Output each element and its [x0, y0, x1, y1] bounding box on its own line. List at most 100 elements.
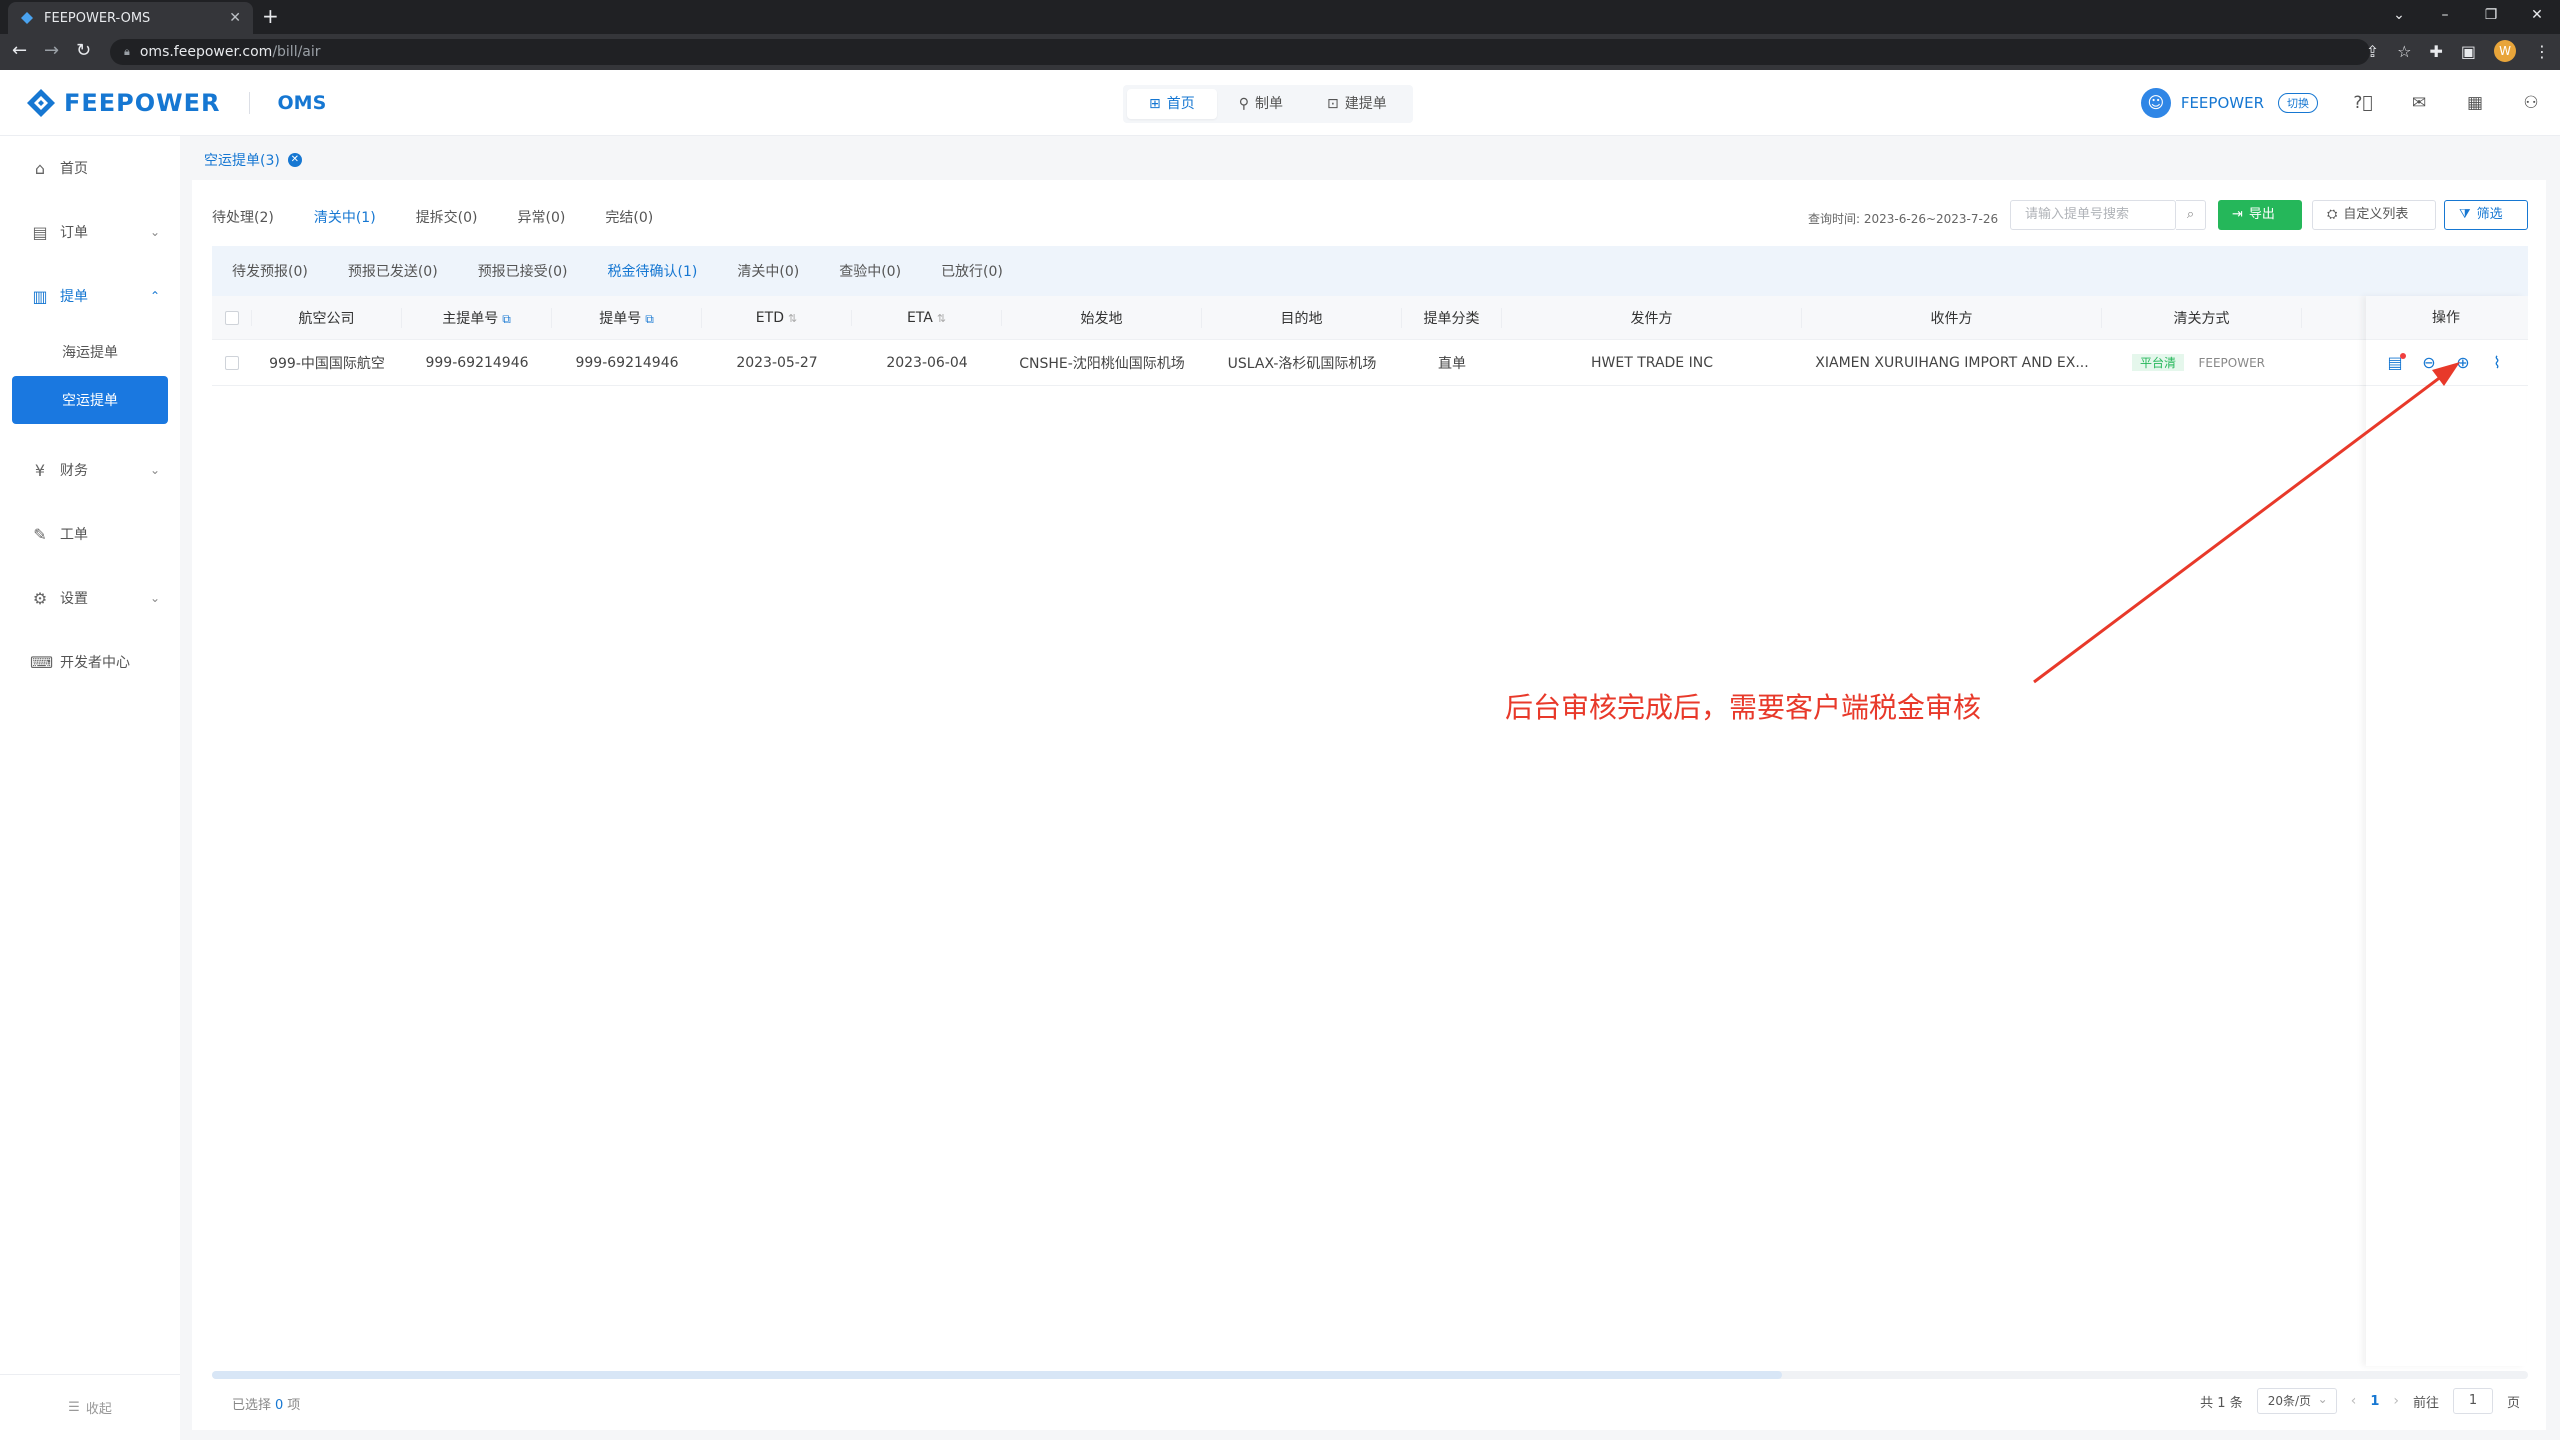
table-row[interactable]: 999-中国国际航空 999-69214946 999-69214946 202… — [212, 340, 2528, 386]
settings-icon: ⚙ — [32, 588, 48, 608]
doc-add-icon: ⊡ — [1327, 96, 1339, 112]
col-etd[interactable]: ETD ⇅ — [702, 309, 852, 326]
sub-tab-tax-confirm[interactable]: 税金待确认(1) — [608, 261, 698, 281]
search-icon[interactable]: ⌕ — [2176, 200, 2206, 230]
calendar-icon[interactable]: ▦ — [2464, 92, 2486, 114]
goto-page-input[interactable]: 1 — [2452, 1388, 2493, 1414]
home-icon: ⌂ — [34, 158, 46, 178]
restore-icon[interactable]: ❐ — [2468, 0, 2514, 34]
profile-avatar[interactable]: W — [2494, 40, 2516, 62]
filter-button[interactable]: ⧩ 筛选 — [2444, 200, 2528, 230]
sub-status-tabs: 待发预报(0) 预报已发送(0) 预报已接受(0) 税金待确认(1) 清关中(0… — [212, 246, 2528, 296]
extensions-puzzle-icon[interactable]: ✚ — [2429, 42, 2442, 61]
ticket-icon: ✎ — [33, 524, 47, 544]
row-checkbox[interactable] — [225, 355, 239, 370]
col-eta[interactable]: ETA ⇅ — [852, 309, 1002, 326]
sidebar-item-settings[interactable]: ⚙ 设置 ⌄ — [0, 566, 180, 630]
tax-document-icon[interactable]: ▤ — [2385, 352, 2406, 373]
sort-icon[interactable]: ⇅ — [937, 312, 946, 325]
product-name: OMS — [277, 92, 327, 114]
top-nav-make-bill[interactable]: ⚲ 制单 — [1217, 89, 1305, 119]
collapse-sidebar-button[interactable]: ☰ 收起 — [0, 1374, 180, 1440]
logo[interactable]: FEEPOWER OMS — [24, 86, 326, 120]
col-consignee: 收件方 — [1802, 307, 2102, 328]
filter-label: 筛选 — [2476, 207, 2503, 222]
status-tab-clearing[interactable]: 清关中(1) — [314, 204, 376, 232]
page-size-select[interactable]: 20条/页 — [2256, 1387, 2337, 1414]
prev-page-icon[interactable]: ‹ — [2351, 1393, 2357, 1409]
export-icon: ⇥ — [2232, 207, 2243, 222]
next-page-icon[interactable]: › — [2393, 1393, 2399, 1409]
user-name[interactable]: FEEPOWER — [2181, 94, 2264, 112]
side-panel-icon[interactable]: ▣ — [2461, 42, 2476, 61]
message-icon[interactable]: ✉ — [2408, 92, 2430, 114]
new-tab-icon[interactable]: + — [262, 6, 279, 26]
url-path: /bill/air — [272, 44, 321, 60]
close-page-tab-icon[interactable]: ✕ — [287, 153, 302, 167]
bookmark-star-icon[interactable]: ☆ — [2397, 42, 2411, 61]
bill-search-input[interactable]: 请输入提单号搜索 — [2010, 200, 2176, 230]
ops-row: ▤ ⊖ ⊕ ⌇ — [2366, 340, 2526, 386]
col-clearance: 清关方式 — [2102, 307, 2302, 328]
sub-tab-inspecting[interactable]: 查验中(0) — [839, 261, 901, 281]
selected-number: 0 — [275, 1398, 284, 1413]
sub-tab-released[interactable]: 已放行(0) — [941, 261, 1003, 281]
sidebar-item-label: 订单 — [60, 225, 88, 241]
select-all-checkbox[interactable] — [224, 310, 239, 325]
more-options-icon[interactable]: ⊖ — [2419, 353, 2439, 373]
attachment-icon[interactable]: ⌇ — [2487, 353, 2507, 373]
account-icon[interactable]: ⚇ — [2520, 92, 2542, 114]
minimize-icon[interactable]: – — [2422, 0, 2468, 34]
current-page[interactable]: 1 — [2370, 1394, 2379, 1409]
sub-tab-await-forecast[interactable]: 待发预报(0) — [232, 261, 308, 281]
logo-divider — [248, 92, 250, 114]
cell-etd: 2023-05-27 — [736, 354, 818, 371]
finance-icon: ¥ — [34, 460, 46, 480]
top-nav-home[interactable]: ⊞ 首页 — [1127, 89, 1217, 119]
sidebar-subitem-air-bill[interactable]: 空运提单 — [12, 376, 168, 424]
scrollbar-thumb[interactable] — [212, 1371, 1782, 1379]
status-tab-completed[interactable]: 完结(0) — [605, 204, 653, 232]
url-input[interactable]: 🔒︎ oms.feepower.com/bill/air — [110, 39, 2370, 65]
sidebar-subitem-sea-bill[interactable]: 海运提单 — [0, 328, 180, 376]
stamp-icon: ⚲ — [1238, 96, 1249, 112]
share-icon[interactable]: ⇪ — [2366, 42, 2379, 61]
copy-icon[interactable]: ⧉ — [502, 312, 511, 326]
close-tab-icon[interactable]: ✕ — [229, 10, 241, 26]
sub-tab-forecast-accepted[interactable]: 预报已接受(0) — [478, 261, 568, 281]
sub-tab-clearing[interactable]: 清关中(0) — [737, 261, 799, 281]
status-tab-pickup[interactable]: 提拆交(0) — [416, 204, 478, 232]
notification-dot — [2400, 352, 2406, 359]
sidebar-item-home[interactable]: ⌂ 首页 — [0, 136, 180, 200]
close-window-icon[interactable]: ✕ — [2514, 0, 2560, 34]
copy-icon[interactable]: ⧉ — [645, 312, 654, 326]
browser-tab[interactable]: FEEPOWER-OMS ✕ — [8, 2, 253, 34]
sub-tab-forecast-sent[interactable]: 预报已发送(0) — [348, 261, 438, 281]
browser-menu-icon[interactable]: ⋮ — [2534, 42, 2550, 61]
export-button[interactable]: ⇥ 导出 — [2218, 200, 2302, 230]
user-avatar-icon[interactable]: ☺ — [2140, 88, 2171, 118]
custom-list-button[interactable]: ⛭ 自定义列表 — [2312, 200, 2436, 230]
tab-search-icon[interactable]: ⌄ — [2376, 0, 2422, 34]
chevron-down-icon: ⌄ — [149, 463, 160, 477]
sidebar-item-developer[interactable]: ⌨ 开发者中心 — [0, 630, 180, 694]
forward-icon[interactable]: → — [44, 40, 59, 61]
clearance-broker: FEEPOWER — [2198, 356, 2266, 370]
sidebar-item-finance[interactable]: ¥ 财务 ⌄ — [0, 438, 180, 502]
page-tab[interactable]: 空运提单(3) ✕ — [204, 150, 302, 170]
horizontal-scrollbar[interactable] — [212, 1371, 2528, 1379]
switch-account-button[interactable]: 切换 — [2278, 93, 2318, 113]
top-nav-create-bill[interactable]: ⊡ 建提单 — [1305, 89, 1409, 119]
sort-icon[interactable]: ⇅ — [788, 312, 797, 325]
sidebar-item-tickets[interactable]: ✎ 工单 — [0, 502, 180, 566]
view-detail-icon[interactable]: ⊕ — [2453, 353, 2473, 373]
sidebar-item-orders[interactable]: ▤ 订单 ⌄ — [0, 200, 180, 264]
sidebar-item-bills[interactable]: ▥ 提单 ⌃ — [0, 264, 180, 328]
top-nav-label: 首页 — [1166, 96, 1195, 112]
reload-icon[interactable]: ↻ — [76, 40, 91, 61]
help-icon[interactable]: ?⃝ — [2352, 92, 2374, 114]
sidebar-item-label: 提单 — [60, 289, 88, 305]
back-icon[interactable]: ← — [12, 40, 27, 61]
status-tab-pending[interactable]: 待处理(2) — [212, 204, 274, 232]
status-tab-exception[interactable]: 异常(0) — [518, 204, 566, 232]
